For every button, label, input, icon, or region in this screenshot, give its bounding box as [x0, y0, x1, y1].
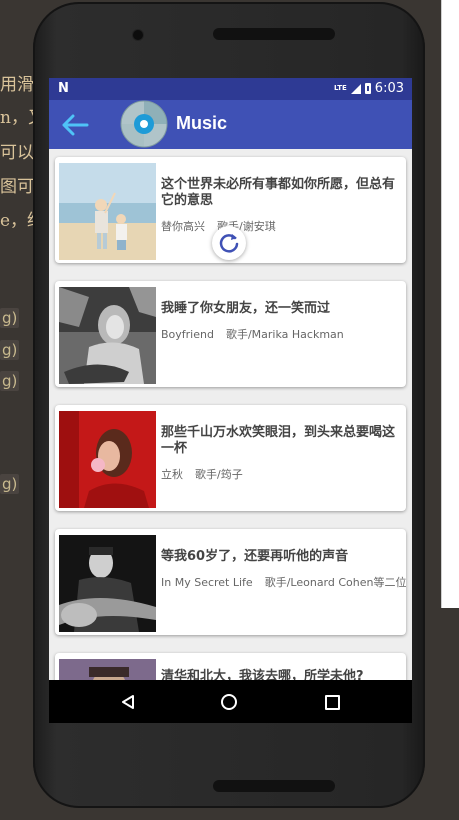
- list-item[interactable]: 等我60岁了，还要再听他的声音 In My Secret Life 歌手/Leon…: [55, 529, 406, 635]
- album-name: In My Secret Life: [161, 576, 253, 589]
- app-bar: Music: [49, 100, 412, 149]
- speaker-bottom: [213, 780, 335, 792]
- nav-home-icon[interactable]: [221, 694, 237, 710]
- speaker-top: [213, 28, 335, 40]
- navigation-bar: [49, 680, 412, 723]
- side-panel: [441, 0, 459, 608]
- singer-name: 歌手/Marika Hackman: [225, 328, 344, 341]
- bg-text-line: 用滑: [0, 75, 34, 95]
- song-title: 那些千山万水欢笑眼泪，到头来总要喝这一杯: [161, 425, 396, 456]
- song-title: 等我60岁了，还要再听他的声音: [161, 549, 349, 564]
- album-name: Boyfriend: [161, 328, 214, 341]
- bg-paren: g): [0, 308, 20, 328]
- song-list[interactable]: 这个世界未必所有事都如你所愿，但总有它的意思 替你高兴 歌手/谢安琪 我睡了你女朋…: [49, 149, 412, 723]
- bg-text-line: 可以: [0, 143, 34, 163]
- bg-paren: g): [0, 371, 20, 391]
- refresh-icon: [219, 234, 239, 253]
- list-item[interactable]: 那些千山万水欢笑眼泪，到头来总要喝这一杯 立秋 歌手/筠子: [55, 405, 406, 511]
- nav-recent-icon[interactable]: [325, 695, 340, 710]
- song-thumbnail: [59, 163, 156, 260]
- nav-back-icon[interactable]: [121, 694, 135, 710]
- album-name: 立秋: [161, 468, 183, 481]
- list-item[interactable]: 我睡了你女朋友，还一笑而过 Boyfriend 歌手/Marika Hackman: [55, 281, 406, 387]
- refresh-indicator: [212, 226, 246, 260]
- song-title: 这个世界未必所有事都如你所愿，但总有它的意思: [161, 177, 396, 208]
- bg-text-line: 图可: [0, 177, 34, 197]
- app-title: Music: [176, 113, 228, 133]
- singer-name: 歌手/筠子: [195, 468, 243, 481]
- song-meta: 立秋 歌手/筠子: [161, 466, 243, 482]
- cd-disc-icon: [120, 100, 168, 148]
- singer-name: 歌手/Leonard Cohen等二位: [264, 576, 406, 589]
- status-bar: N LTE 6:03: [49, 78, 412, 100]
- notification-icon: N: [58, 81, 69, 96]
- album-name: 替你高兴: [161, 220, 205, 233]
- signal-icon: [350, 83, 361, 94]
- song-thumbnail: [59, 287, 156, 384]
- status-time: 6:03: [374, 81, 404, 96]
- song-thumbnail: [59, 411, 156, 508]
- camera: [133, 30, 143, 40]
- phone-screen: N LTE 6:03 Music 这个世界未必所有事都如你所愿，但总有它的意思 …: [49, 78, 412, 723]
- arrow-back-icon[interactable]: [61, 112, 89, 138]
- bg-paren: g): [0, 340, 20, 360]
- song-meta: In My Secret Life 歌手/Leonard Cohen等二位: [161, 574, 406, 590]
- battery-icon: [364, 83, 371, 94]
- song-thumbnail: [59, 535, 156, 632]
- bg-paren: g): [0, 474, 20, 494]
- song-title: 我睡了你女朋友，还一笑而过: [161, 301, 331, 316]
- network-label: LTE: [333, 84, 347, 92]
- song-meta: Boyfriend 歌手/Marika Hackman: [161, 326, 344, 342]
